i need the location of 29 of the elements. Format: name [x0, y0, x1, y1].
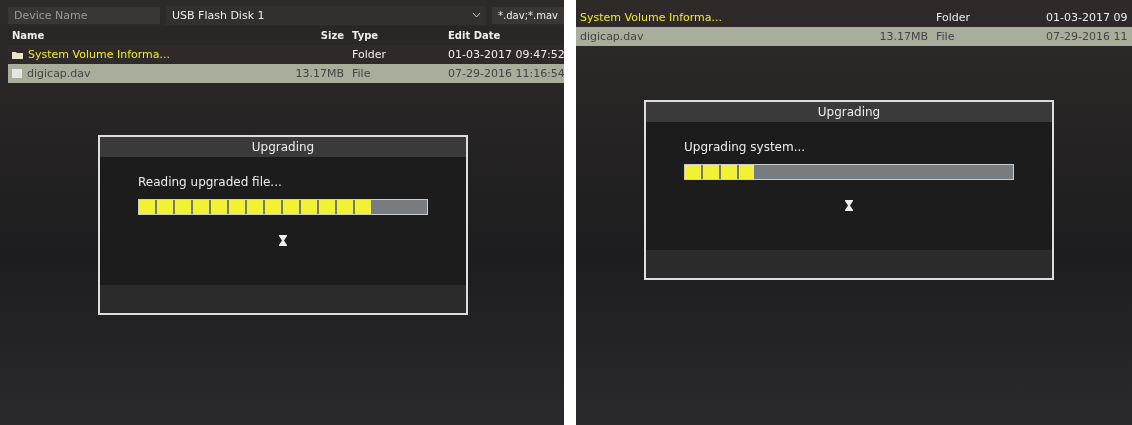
dialog-title: Upgrading	[100, 137, 466, 157]
table-cell-text: File	[351, 66, 372, 82]
table-cell-text: 01-03-2017 09	[1045, 10, 1129, 26]
status-message: Reading upgraded file...	[138, 175, 283, 189]
file-name: System Volume Informa...	[580, 11, 723, 24]
file-name: digicap.dav	[580, 30, 644, 43]
table-cell-text: 01-03-2017 09:47:52	[447, 47, 564, 63]
folder-icon	[12, 50, 23, 59]
table-cell-text: 07-29-2016 11	[1045, 29, 1129, 45]
file-name: digicap.dav	[27, 67, 91, 80]
table-cell-text: Folder	[351, 47, 387, 63]
table-cell-text: File	[935, 29, 956, 45]
file-filter-field[interactable]: *.dav;*.mav	[492, 6, 564, 24]
dialog-title: Upgrading	[646, 102, 1052, 122]
file-name: System Volume Informa...	[28, 48, 171, 61]
file-row[interactable]: digicap.dav 13.17MB File 07-29-2016 11	[576, 27, 1132, 46]
file-icon	[12, 69, 22, 78]
device-dropdown[interactable]: USB Flash Disk 1	[166, 5, 487, 25]
table-cell: 13.17MB	[295, 67, 344, 80]
caret-icon	[473, 13, 481, 17]
status-message: Upgrading system...	[684, 140, 807, 154]
hourglass-icon	[279, 235, 287, 246]
file-row[interactable]: digicap.dav 13.17MB File 07-29-2016 11:16:54	[8, 64, 564, 83]
table-cell-text: 07-29-2016 11:16:54	[447, 66, 564, 82]
hourglass-icon	[845, 200, 853, 211]
table-cell: 13.17MB	[879, 30, 928, 43]
device-name-label: Device Name	[8, 6, 160, 24]
table-cell-text: Folder	[935, 10, 971, 26]
file-row[interactable]: System Volume Informa... Folder 01-03-2017 09:47:52	[8, 45, 564, 64]
